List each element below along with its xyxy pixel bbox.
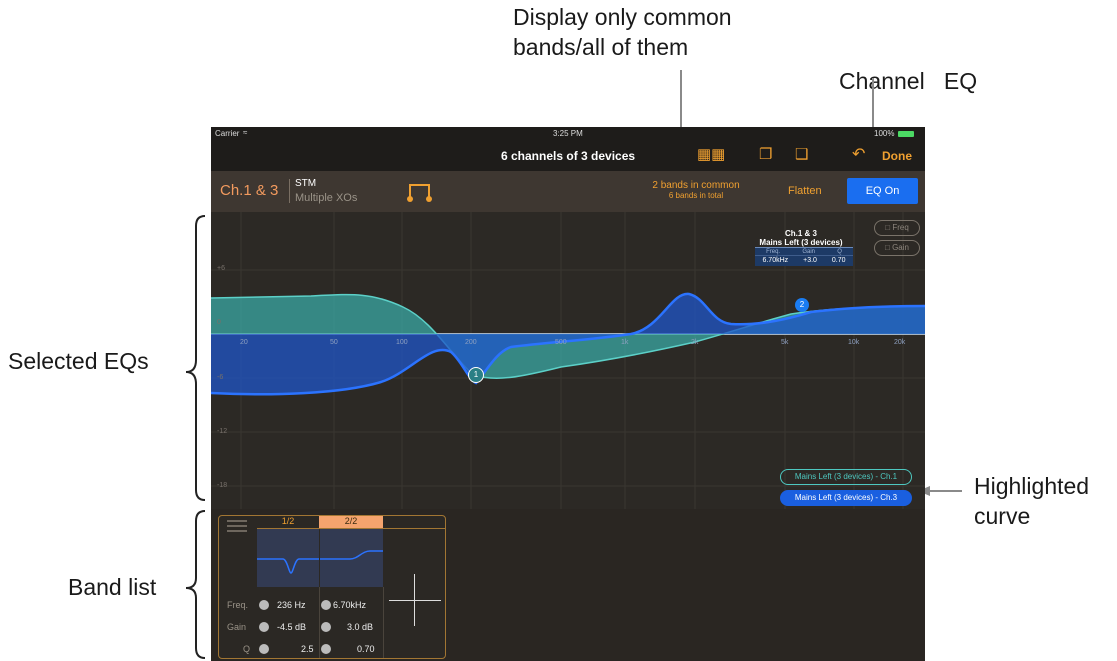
x-label: 2k — [691, 339, 699, 346]
paste-icon[interactable]: ❑ — [795, 145, 808, 163]
x-label: 50 — [330, 339, 338, 346]
handle-icon[interactable] — [227, 520, 247, 532]
bands-toggle[interactable]: 2 bands in common 6 bands in total — [641, 180, 751, 200]
copy-icon[interactable]: ❐ — [759, 145, 772, 163]
band-marker-2[interactable]: 2 — [795, 298, 809, 312]
band-marker-label: 2 — [799, 300, 805, 309]
y-label: 0 — [217, 319, 221, 326]
x-label: 20k — [894, 339, 906, 346]
tooltip-subtitle: Mains Left (3 devices) — [759, 238, 843, 247]
band-list: 1/2 2/2 Freq. Gain Q 236 Hz 6.70kHz -4.5… — [218, 515, 446, 659]
bands-total-label: 6 bands in total — [668, 191, 724, 200]
band-2-freq[interactable]: 6.70kHz — [333, 600, 366, 610]
brace-band-list — [185, 510, 206, 659]
q-knob-icon[interactable] — [321, 644, 331, 654]
gain-knob-icon[interactable] — [321, 622, 331, 632]
y-label: -12 — [217, 428, 228, 435]
x-label: 10k — [848, 339, 860, 346]
status-bar: Carrier ≈ 3:25 PM 100% — [211, 127, 925, 141]
band-1-q[interactable]: 2.5 — [301, 644, 314, 654]
tooltip-value: +3.0 — [803, 257, 817, 264]
column-divider — [383, 587, 384, 658]
device-name: STM — [295, 178, 317, 189]
legend-item-ch3[interactable]: Mains Left (3 devices) - Ch.3 — [780, 490, 912, 506]
battery-label: 100% — [874, 129, 895, 138]
band-marker-label: 1 — [473, 370, 479, 379]
x-label: 1k — [621, 339, 629, 346]
x-label: 5k — [781, 339, 789, 346]
device-sub: Multiple XOs — [295, 192, 358, 204]
flatten-button[interactable]: Flatten — [788, 185, 822, 197]
band-1-mini-curve — [257, 529, 319, 587]
lock-freq-label: Freq — [892, 223, 909, 232]
nav-bar: 6 channels of 3 devices ▦▦ ❐ ❑ ↶ Done — [211, 141, 925, 171]
tooltip-values: 6.70kHz +3.0 0.70 — [755, 255, 853, 266]
band-list-panel: 1/2 2/2 Freq. Gain Q 236 Hz 6.70kHz -4.5… — [211, 509, 925, 661]
tooltip-header: Freq. — [766, 249, 781, 255]
band-marker-1[interactable]: 1 — [468, 367, 484, 383]
tab-band-1[interactable]: 1/2 — [257, 516, 319, 529]
tooltip-table: Freq. Gain Q 6.70kHz +3.0 0.70 — [755, 247, 853, 266]
channel-label[interactable]: Ch.1 & 3 — [220, 182, 278, 199]
tooltip-headers: Freq. Gain Q — [755, 248, 853, 255]
battery-icon — [898, 131, 914, 137]
y-label: -18 — [217, 482, 228, 489]
x-label: 200 — [465, 339, 477, 346]
gain-row-label: Gain — [227, 622, 247, 632]
brace-selected-eqs — [185, 215, 206, 501]
wifi-icon: ≈ — [243, 128, 248, 137]
freq-row-label: Freq. — [227, 600, 249, 610]
tooltip-value: 0.70 — [831, 257, 846, 264]
lock-freq-button[interactable]: □ Freq — [874, 220, 920, 236]
crossover-icon[interactable] — [407, 181, 433, 203]
band-2-mini-curve — [320, 529, 383, 587]
bands-common-label: 2 bands in common — [652, 180, 740, 191]
lock-gain-label: Gain — [892, 243, 909, 252]
band-2-q[interactable]: 0.70 — [357, 644, 375, 654]
freq-knob-icon[interactable] — [259, 600, 269, 610]
tooltip-header: Q — [837, 249, 842, 255]
y-label: -6 — [217, 374, 224, 381]
time-label: 3:25 PM — [553, 129, 583, 138]
x-label: 20 — [240, 339, 248, 346]
done-button[interactable]: Done — [882, 149, 912, 163]
toolbar-divider — [289, 179, 290, 203]
carrier-label: Carrier — [215, 129, 240, 138]
gain-knob-icon[interactable] — [259, 622, 269, 632]
y-label: +6 — [217, 265, 225, 272]
x-label: 500 — [555, 339, 567, 346]
freq-knob-icon[interactable] — [321, 600, 331, 610]
lock-gain-button[interactable]: □ Gain — [874, 240, 920, 256]
tooltip-title: Ch.1 & 3 — [784, 229, 817, 238]
q-knob-icon[interactable] — [259, 644, 269, 654]
lock-icon: □ — [885, 223, 891, 232]
tab-band-2[interactable]: 2/2 — [319, 516, 383, 529]
library-icon[interactable]: ▦▦ — [697, 145, 725, 163]
nav-title: 6 channels of 3 devices — [501, 149, 636, 163]
band-1-gain[interactable]: -4.5 dB — [277, 622, 306, 632]
tab-empty — [383, 516, 445, 529]
band-tooltip: Ch.1 & 3 Mains Left (3 devices) Freq. Ga… — [751, 229, 853, 266]
x-label: 100 — [396, 339, 408, 346]
column-divider — [319, 587, 320, 658]
eq-on-button[interactable]: EQ On — [847, 178, 918, 204]
eq-graph[interactable]: +6 0 -6 -12 -18 20 50 100 200 500 1k 2k … — [211, 212, 925, 509]
add-band-button[interactable] — [389, 574, 441, 626]
lock-icon: □ — [885, 243, 890, 252]
band-2-gain[interactable]: 3.0 dB — [347, 622, 373, 632]
ipad-screen: Carrier ≈ 3:25 PM 100% 6 channels of 3 d… — [211, 127, 925, 661]
q-row-label: Q — [243, 644, 251, 654]
tooltip-value: 6.70kHz — [762, 257, 789, 264]
band-1-freq[interactable]: 236 Hz — [277, 600, 306, 610]
toolbar: Ch.1 & 3 STM Multiple XOs 2 bands in com… — [211, 171, 925, 212]
tooltip-header: Gain — [802, 249, 815, 255]
undo-icon[interactable]: ↶ — [852, 144, 865, 164]
legend-item-ch1[interactable]: Mains Left (3 devices) - Ch.1 — [780, 469, 912, 485]
